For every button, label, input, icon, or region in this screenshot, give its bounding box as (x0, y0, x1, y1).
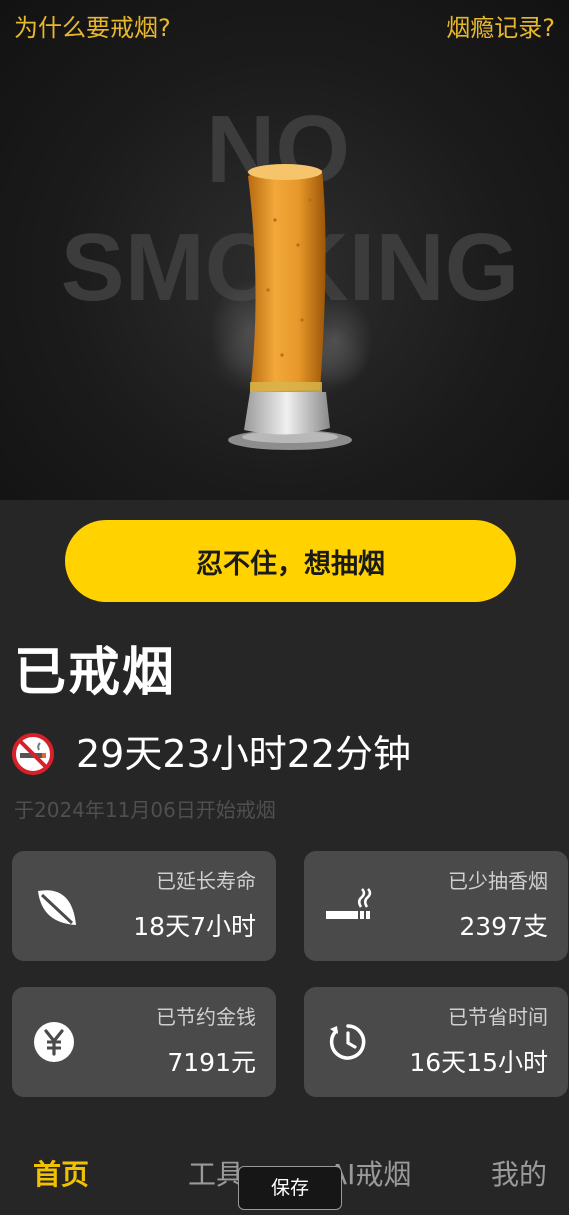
stat-label: 已少抽香烟 (448, 869, 548, 893)
no-smoking-hero-image: NO SMOKING 为什么要戒烟? 烟瘾记录? (0, 0, 569, 500)
quit-duration-row: 29天23小时22分钟 (12, 728, 411, 780)
stat-value: 7191元 (167, 1048, 256, 1077)
timer-icon (329, 1024, 366, 1060)
tab-home[interactable]: 首页 (33, 1155, 89, 1195)
tab-tools[interactable]: 工具 (188, 1155, 244, 1195)
stat-label: 已节约金钱 (156, 1005, 256, 1029)
yuan-coin-icon (34, 1022, 74, 1062)
home-screen: NO SMOKING 为什么要戒烟? 烟瘾记录? 忍不住，想抽 (0, 0, 569, 1215)
stat-label: 已延长寿命 (156, 869, 256, 893)
stat-card-money-saved[interactable]: 已节约金钱 7191元 (12, 987, 276, 1097)
tab-profile[interactable]: 我的 (491, 1155, 547, 1195)
craving-log-link[interactable]: 烟瘾记录? (446, 12, 555, 44)
quit-start-date: 于2024年11月06日开始戒烟 (14, 798, 276, 822)
stat-value: 18天7小时 (133, 912, 256, 941)
stat-card-cigarettes-avoided[interactable]: 已少抽香烟 2397支 (304, 851, 568, 961)
stat-label: 已节省时间 (448, 1005, 548, 1029)
cigarette-butt-illustration: NO SMOKING (61, 96, 519, 450)
stat-card-time-saved[interactable]: 已节省时间 16天15小时 (304, 987, 568, 1097)
quit-status-title: 已戒烟 (14, 643, 177, 703)
stat-value: 16天15小时 (409, 1048, 548, 1077)
why-quit-link[interactable]: 为什么要戒烟? (14, 12, 171, 44)
craving-button[interactable]: 忍不住，想抽烟 (65, 520, 516, 602)
save-button[interactable]: 保存 (238, 1166, 342, 1210)
stat-card-life-extended[interactable]: 已延长寿命 18天7小时 (12, 851, 276, 961)
quit-duration: 29天23小时22分钟 (76, 732, 412, 776)
leaf-icon (38, 890, 76, 925)
stat-value: 2397支 (459, 912, 548, 941)
no-smoking-icon (12, 733, 54, 775)
cigarette-icon (326, 888, 372, 919)
